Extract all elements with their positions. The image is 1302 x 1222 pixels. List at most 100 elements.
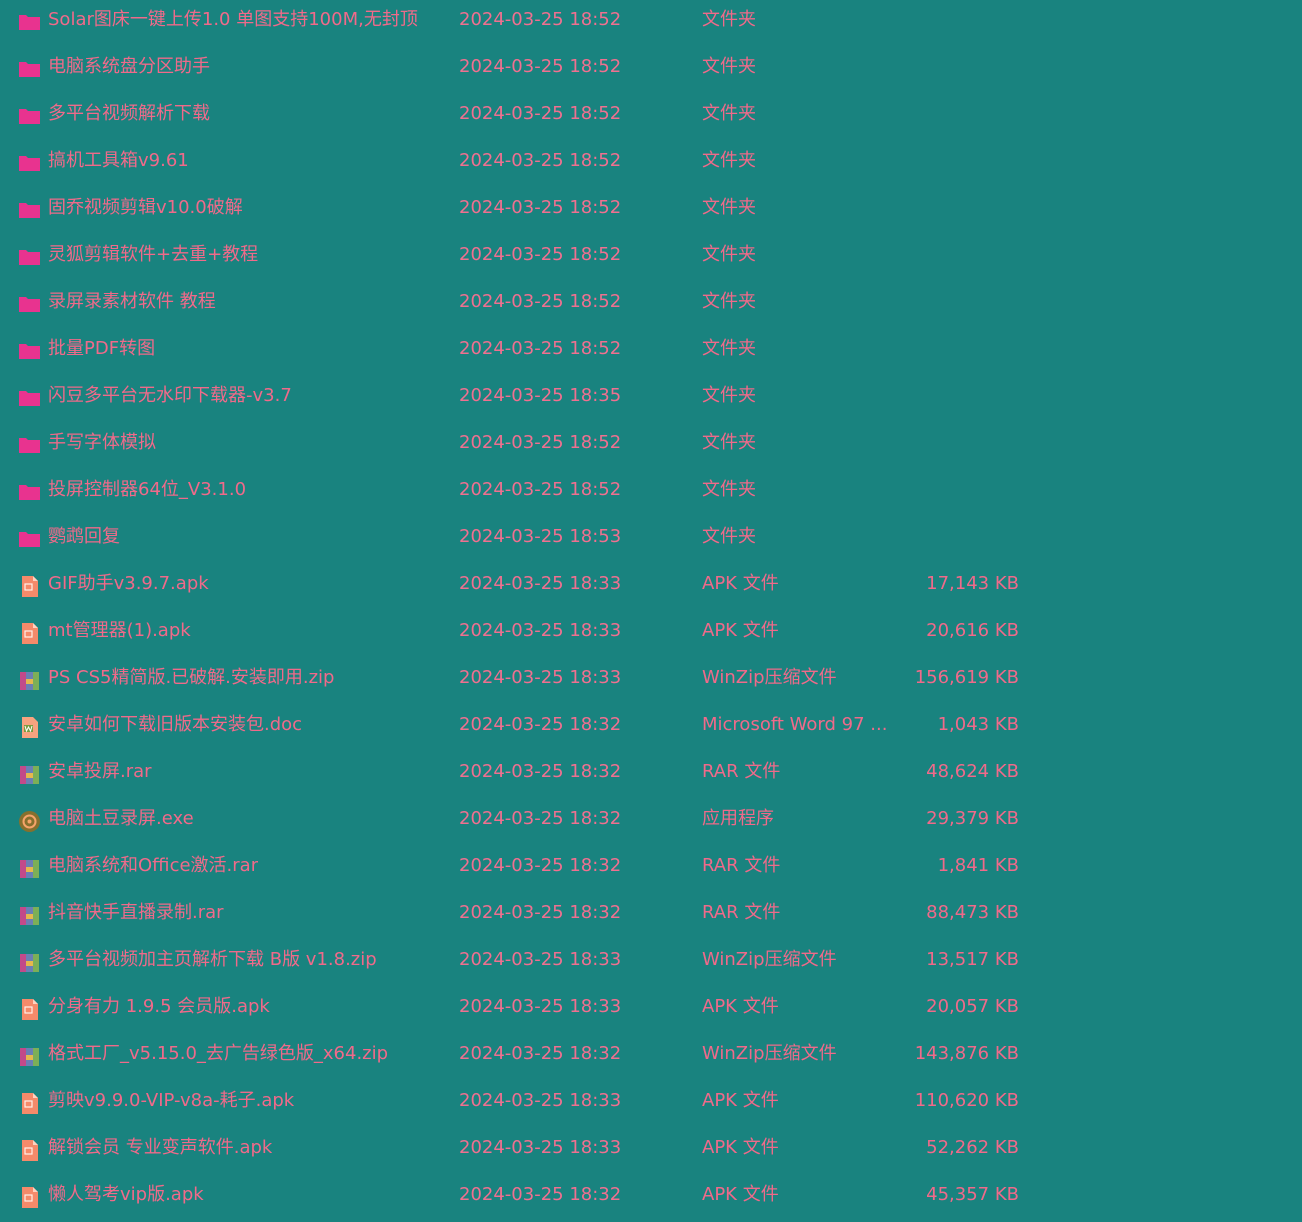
file-type: 文件夹	[702, 291, 756, 312]
file-size: 1,043 KB	[937, 714, 1019, 735]
folder-icon	[18, 199, 41, 222]
archive-icon	[18, 951, 41, 974]
file-row[interactable]: GIF助手v3.9.7.apk 2024-03-25 18:33 APK 文件 17,…	[0, 564, 1302, 611]
folder-icon	[18, 11, 41, 34]
folder-icon	[18, 481, 41, 504]
file-name: 分身有力 1.9.5 会员版.apk	[48, 996, 270, 1017]
file-row[interactable]: 固乔视频剪辑v10.0破解 2024-03-25 18:52 文件夹	[0, 188, 1302, 235]
file-type: 文件夹	[702, 197, 756, 218]
file-date-modified: 2024-03-25 18:32	[459, 902, 622, 923]
file-date-modified: 2024-03-25 18:52	[459, 338, 622, 359]
file-name: 多平台视频解析下载	[48, 103, 210, 124]
file-row[interactable]: 分身有力 1.9.5 会员版.apk 2024-03-25 18:33 APK 文件…	[0, 987, 1302, 1034]
apk-file-icon	[18, 1186, 41, 1209]
file-row[interactable]: 多平台视频加主页解析下载 B版 v1.8.zip 2024-03-25 18:33…	[0, 940, 1302, 987]
file-size: 48,624 KB	[926, 761, 1019, 782]
file-size: 52,262 KB	[926, 1137, 1019, 1158]
folder-icon	[18, 152, 41, 175]
folder-icon	[18, 293, 41, 316]
file-date-modified: 2024-03-25 18:53	[459, 526, 622, 547]
file-row[interactable]: 电脑系统和Office激活.rar 2024-03-25 18:32 RAR 文件 1…	[0, 846, 1302, 893]
file-size	[880, 141, 1019, 188]
file-type: 文件夹	[702, 338, 756, 359]
file-row[interactable]: 多平台视频解析下载 2024-03-25 18:52 文件夹	[0, 94, 1302, 141]
archive-icon	[18, 857, 41, 880]
file-row[interactable]: 录屏录素材软件 教程 2024-03-25 18:52 文件夹	[0, 282, 1302, 329]
file-row[interactable]: 鹦鹉回复 2024-03-25 18:53 文件夹	[0, 517, 1302, 564]
file-row[interactable]: PS CS5精简版.已破解.安装即用.zip 2024-03-25 18:33 Wi…	[0, 658, 1302, 705]
file-size: 1,841 KB	[937, 855, 1019, 876]
file-row[interactable]: 投屏控制器64位_V3.1.0 2024-03-25 18:52 文件夹	[0, 470, 1302, 517]
word-doc-icon	[18, 716, 41, 739]
apk-file-icon	[18, 622, 41, 645]
file-row[interactable]: 安卓如何下载旧版本安装包.doc 2024-03-25 18:32 Microsof…	[0, 705, 1302, 752]
file-date-modified: 2024-03-25 18:33	[459, 620, 622, 641]
folder-icon	[18, 246, 41, 269]
file-date-modified: 2024-03-25 18:33	[459, 996, 622, 1017]
folder-icon	[18, 528, 41, 551]
file-row[interactable]: 懒人驾考vip版.apk 2024-03-25 18:32 APK 文件 45,357…	[0, 1175, 1302, 1222]
apk-file-icon	[18, 575, 41, 598]
file-name: Solar图床一键上传1.0 单图支持100M,无封顶	[48, 9, 418, 30]
file-row[interactable]: 电脑土豆录屏.exe 2024-03-25 18:32 应用程序 29,379 KB	[0, 799, 1302, 846]
file-size: 13,517 KB	[926, 949, 1019, 970]
apk-file-icon	[18, 1092, 41, 1115]
file-date-modified: 2024-03-25 18:52	[459, 9, 622, 30]
file-type: WinZip压缩文件	[702, 667, 837, 688]
file-row[interactable]: 手写字体模拟 2024-03-25 18:52 文件夹	[0, 423, 1302, 470]
file-row[interactable]: 抖音快手直播录制.rar 2024-03-25 18:32 RAR 文件 88,473…	[0, 893, 1302, 940]
file-type: WinZip压缩文件	[702, 949, 837, 970]
file-type: RAR 文件	[702, 855, 781, 876]
apk-file-icon	[18, 1139, 41, 1162]
file-row[interactable]: 解锁会员 专业变声软件.apk 2024-03-25 18:33 APK 文件 52,…	[0, 1128, 1302, 1175]
folder-icon	[18, 340, 41, 363]
file-row[interactable]: 格式工厂_v5.15.0_去广告绿色版_x64.zip 2024-03-25 18…	[0, 1034, 1302, 1081]
file-date-modified: 2024-03-25 18:32	[459, 714, 622, 735]
file-row[interactable]: 剪映v9.9.0-VIP-v8a-耗子.apk 2024-03-25 18:33 A…	[0, 1081, 1302, 1128]
file-date-modified: 2024-03-25 18:33	[459, 667, 622, 688]
file-type: APK 文件	[702, 573, 779, 594]
file-name: 电脑土豆录屏.exe	[48, 808, 194, 829]
file-size: 88,473 KB	[926, 902, 1019, 923]
apk-file-icon	[18, 998, 41, 1021]
file-row[interactable]: 灵狐剪辑软件+去重+教程 2024-03-25 18:52 文件夹	[0, 235, 1302, 282]
file-type: Microsoft Word 97 ...	[702, 714, 888, 735]
folder-icon	[18, 58, 41, 81]
file-date-modified: 2024-03-25 18:52	[459, 56, 622, 77]
file-size: 17,143 KB	[926, 573, 1019, 594]
file-name: mt管理器(1).apk	[48, 620, 191, 641]
file-date-modified: 2024-03-25 18:33	[459, 1137, 622, 1158]
file-size	[880, 423, 1019, 470]
file-name: 电脑系统和Office激活.rar	[48, 855, 259, 876]
file-size	[880, 470, 1019, 517]
file-name: 搞机工具箱v9.61	[48, 150, 189, 171]
file-row[interactable]: 安卓投屏.rar 2024-03-25 18:32 RAR 文件 48,624 KB	[0, 752, 1302, 799]
file-name: 剪映v9.9.0-VIP-v8a-耗子.apk	[48, 1090, 295, 1111]
folder-icon	[18, 105, 41, 128]
file-type: 文件夹	[702, 150, 756, 171]
file-type: RAR 文件	[702, 761, 781, 782]
file-size: 143,876 KB	[914, 1043, 1019, 1064]
file-row[interactable]: 闪豆多平台无水印下载器-v3.7 2024-03-25 18:35 文件夹	[0, 376, 1302, 423]
file-row[interactable]: 批量PDF转图 2024-03-25 18:52 文件夹	[0, 329, 1302, 376]
folder-icon	[18, 434, 41, 457]
file-name: GIF助手v3.9.7.apk	[48, 573, 209, 594]
file-type: 应用程序	[702, 808, 774, 829]
file-type: 文件夹	[702, 479, 756, 500]
file-size	[880, 517, 1019, 564]
file-size: 20,057 KB	[926, 996, 1019, 1017]
file-row[interactable]: mt管理器(1).apk 2024-03-25 18:33 APK 文件 20,616…	[0, 611, 1302, 658]
file-name: 电脑系统盘分区助手	[48, 56, 210, 77]
file-type: 文件夹	[702, 385, 756, 406]
file-row[interactable]: 搞机工具箱v9.61 2024-03-25 18:52 文件夹	[0, 141, 1302, 188]
file-size: 45,357 KB	[926, 1184, 1019, 1205]
file-name: 多平台视频加主页解析下载 B版 v1.8.zip	[48, 949, 377, 970]
file-name: 安卓投屏.rar	[48, 761, 152, 782]
file-type: APK 文件	[702, 1090, 779, 1111]
file-name: 投屏控制器64位_V3.1.0	[48, 479, 247, 500]
file-row[interactable]: Solar图床一键上传1.0 单图支持100M,无封顶 2024-03-25 18…	[0, 0, 1302, 47]
file-name: 解锁会员 专业变声软件.apk	[48, 1137, 273, 1158]
file-type: APK 文件	[702, 996, 779, 1017]
file-size	[880, 376, 1019, 423]
file-row[interactable]: 电脑系统盘分区助手 2024-03-25 18:52 文件夹	[0, 47, 1302, 94]
